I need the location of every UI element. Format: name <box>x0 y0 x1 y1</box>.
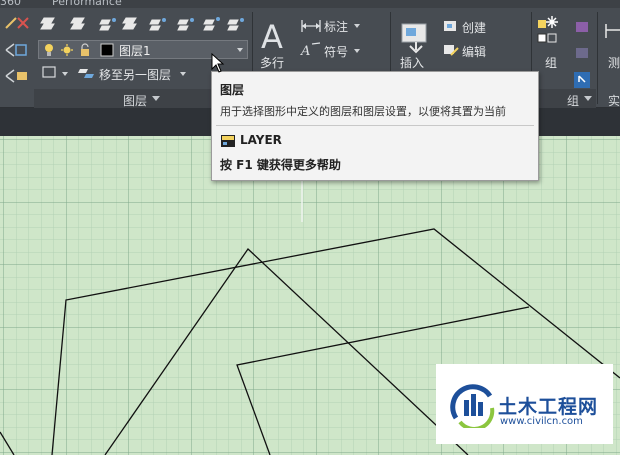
measure-icon[interactable] <box>604 20 620 42</box>
current-layer-name: 图层1 <box>119 44 151 58</box>
chevron-down-icon[interactable] <box>152 96 160 101</box>
watermark-name: 土木工程网 <box>498 396 599 418</box>
watermark-url: www.civilcn.com <box>500 416 583 427</box>
group-button[interactable]: 组 <box>545 54 557 71</box>
svg-text:A: A <box>300 44 310 58</box>
measure-button[interactable]: 测 <box>608 54 620 71</box>
chevron-down-icon[interactable] <box>354 24 360 28</box>
mouse-cursor-icon <box>211 53 225 73</box>
symbol-button[interactable]: 符号 <box>324 43 348 60</box>
tooltip-help-hint: 按 F1 键获得更多帮助 <box>220 158 341 172</box>
ribbon-tab-strip: 360 Performance <box>0 0 620 8</box>
insert-button[interactable]: 插入 <box>400 54 424 71</box>
watermark-logo-icon <box>450 384 495 428</box>
move-to-layer-icon <box>78 69 94 78</box>
layer-state-icons <box>45 43 114 57</box>
tooltip-divider <box>216 125 534 126</box>
chevron-down-icon[interactable] <box>180 72 186 76</box>
chevron-down-icon[interactable] <box>584 96 592 101</box>
tooltip-title: 图层 <box>220 83 245 97</box>
panel-divider <box>597 12 598 104</box>
create-block-button[interactable]: 创建 <box>462 19 486 36</box>
tooltip-command: LAYER <box>240 133 282 147</box>
layer-command-icon <box>221 135 235 147</box>
tab-performance[interactable]: Performance <box>52 0 122 8</box>
chevron-down-icon[interactable] <box>237 48 243 52</box>
layer-panel-title[interactable]: 图层 <box>123 92 147 109</box>
watermark: 土木工程网 www.civilcn.com <box>436 364 613 444</box>
edit-block-button[interactable]: 编辑 <box>462 43 486 60</box>
chevron-down-icon[interactable] <box>354 49 360 53</box>
group-panel-title[interactable]: 组 <box>567 92 579 109</box>
dimension-icon <box>301 20 321 32</box>
utilities-panel-title[interactable]: 实 <box>608 92 620 109</box>
group-tools-icon[interactable] <box>574 20 592 90</box>
dimension-button[interactable]: 标注 <box>324 18 348 35</box>
tooltip-description: 用于选择图形中定义的图层和图层设置，以便将其置为当前 <box>220 105 506 118</box>
create-block-icon <box>444 21 456 31</box>
tab-360[interactable]: 360 <box>0 0 21 8</box>
edit-block-icon <box>444 45 459 56</box>
layer-tools-icon-row[interactable] <box>40 14 250 34</box>
draw-tools-icon[interactable] <box>2 14 32 86</box>
move-to-layer-button[interactable]: 移至另一图层 <box>99 66 171 83</box>
layer-tooltip: 图层 用于选择图形中定义的图层和图层设置，以便将其置为当前 LAYER 按 F1… <box>211 71 539 181</box>
svg-text:A: A <box>261 18 283 56</box>
layer-properties-icon[interactable] <box>42 65 76 81</box>
group-icon[interactable] <box>536 14 568 52</box>
insert-block-icon[interactable] <box>396 18 432 54</box>
symbol-icon: A <box>300 42 321 58</box>
multiline-text-button[interactable]: 多行 <box>260 54 284 71</box>
